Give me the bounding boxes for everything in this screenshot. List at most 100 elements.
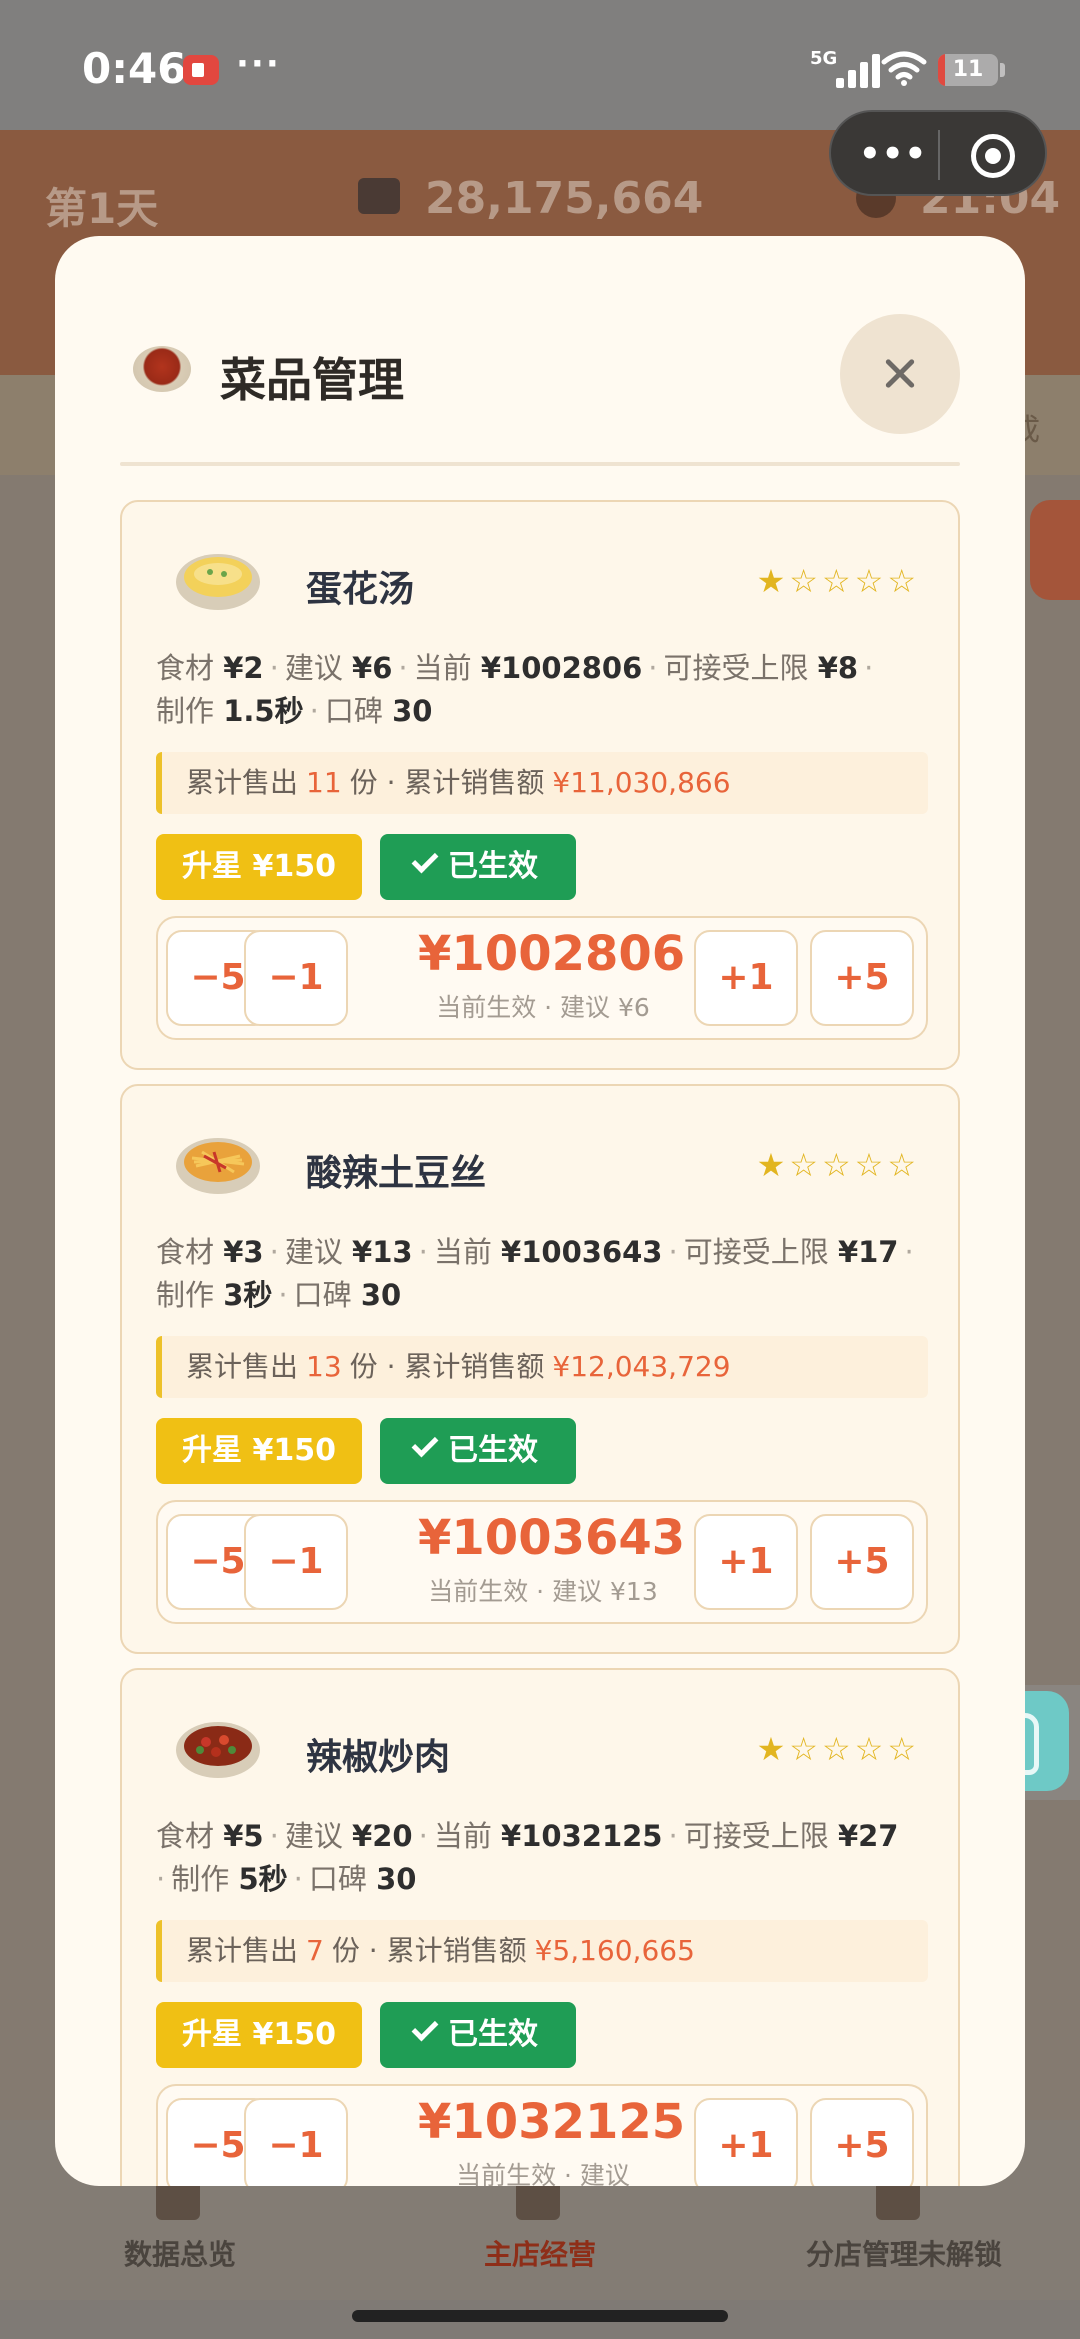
suggest-value: ¥13 [352, 1235, 413, 1269]
upgrade-star-button[interactable]: 升星 ¥150 [156, 2002, 362, 2068]
tab-main-store[interactable]: 主店经营 [484, 2233, 596, 2273]
current-label: 当前 [433, 1235, 492, 1269]
cash-register-icon [358, 178, 400, 214]
revenue-label: 累计销售额 [386, 1934, 527, 1967]
plus-5-button[interactable]: +5 [810, 930, 914, 1026]
active-label: 已生效 [448, 849, 538, 884]
background-side-button [1030, 500, 1080, 600]
minus-1-button[interactable]: −1 [244, 1514, 348, 1610]
plus-1-button[interactable]: +1 [694, 930, 798, 1026]
dish-name: 酸辣土豆丝 [306, 1153, 487, 1194]
reputation-label: 口碑 [293, 1278, 352, 1312]
active-label: 已生效 [448, 2017, 538, 2052]
price-subtitle: 当前生效 · 建议 [456, 2161, 630, 2186]
upgrade-star-button[interactable]: 升星 ¥150 [156, 1418, 362, 1484]
star-empty-icon: ☆☆☆☆ [789, 1730, 920, 1768]
capsule-close-icon[interactable] [971, 134, 1015, 178]
cost-label: 食材 [156, 1235, 215, 1269]
upgrade-star-button[interactable]: 升星 ¥150 [156, 834, 362, 900]
suggest-label: 建议 [284, 1819, 343, 1853]
suggest-label: 建议 [284, 1235, 343, 1269]
dish-name: 蛋花汤 [306, 569, 415, 610]
check-icon [411, 846, 439, 874]
reputation-label: 口碑 [324, 694, 383, 728]
dish-management-modal: 菜品管理 蛋花汤 ★☆☆☆☆ 食材 ¥2 · 建议 ¥6 · 当前 ¥1002806 · 可… [55, 236, 1025, 2186]
screen-record-icon [183, 55, 219, 85]
capsule-more-icon[interactable]: ••• [859, 134, 927, 174]
check-icon [411, 1430, 439, 1458]
limit-label: 可接受上限 [663, 651, 809, 685]
dish-name: 辣椒炒肉 [306, 1737, 451, 1778]
battery-tip [1000, 63, 1005, 77]
minus-1-button[interactable]: −1 [244, 2098, 348, 2186]
suggest-value: ¥6 [352, 651, 393, 685]
network-label: 5G [810, 48, 838, 69]
tab-overview-icon [156, 2180, 200, 2220]
limit-value: ¥8 [817, 651, 859, 685]
sales-summary: 累计售出 13 份 · 累计销售额 ¥12,043,729 [156, 1336, 928, 1398]
cost-value: ¥5 [223, 1819, 264, 1853]
plus-1-button[interactable]: +1 [694, 1514, 798, 1610]
limit-value: ¥17 [837, 1235, 899, 1269]
battery-icon: 11 [938, 54, 998, 86]
sold-unit: 份 [331, 1934, 360, 1967]
status-more-icon: ··· [236, 44, 281, 84]
star-rating: ★☆☆☆☆ [757, 1730, 920, 1768]
shredded-potato-icon [176, 1138, 260, 1194]
limit-label: 可接受上限 [683, 1819, 829, 1853]
current-label: 当前 [433, 1819, 492, 1853]
cost-value: ¥3 [223, 1235, 264, 1269]
tab-overview[interactable]: 数据总览 [124, 2233, 236, 2273]
current-value: ¥1002806 [480, 651, 643, 685]
dish-card: 蛋花汤 ★☆☆☆☆ 食材 ¥2 · 建议 ¥6 · 当前 ¥1002806 · 可接受上限 … [120, 500, 960, 1070]
modal-header: 菜品管理 [55, 236, 1025, 466]
modal-divider [120, 462, 960, 466]
active-status-button[interactable]: 已生效 [380, 2002, 576, 2068]
current-value: ¥1032125 [501, 1819, 663, 1853]
sales-summary: 累计售出 7 份 · 累计销售额 ¥5,160,665 [156, 1920, 928, 1982]
sold-count: 7 [306, 1934, 324, 1967]
star-empty-icon: ☆☆☆☆ [789, 562, 920, 600]
background-day: 第1天 [45, 184, 159, 233]
reputation-label: 口碑 [308, 1862, 367, 1896]
price-value: ¥1032125 [418, 2094, 686, 2150]
capsule-divider [938, 130, 940, 180]
miniprogram-capsule: ••• [829, 110, 1047, 196]
price-adjuster: −5 −1 ¥1032125 当前生效 · 建议 +1 +5 [156, 2084, 928, 2186]
cost-label: 食材 [156, 651, 215, 685]
minus-1-button[interactable]: −1 [244, 930, 348, 1026]
plus-5-button[interactable]: +5 [810, 1514, 914, 1610]
revenue-label: 累计销售额 [404, 766, 545, 799]
current-value: ¥1003643 [501, 1235, 663, 1269]
sold-count: 11 [306, 766, 342, 799]
active-status-button[interactable]: 已生效 [380, 1418, 576, 1484]
tab-branch[interactable]: 分店管理未解锁 [806, 2233, 1002, 2273]
star-empty-icon: ☆☆☆☆ [789, 1146, 920, 1184]
prep-label: 制作 [156, 1278, 215, 1312]
sold-label: 累计售出 [186, 766, 299, 799]
status-time: 0:46 [82, 44, 187, 93]
star-filled-icon: ★ [756, 1730, 790, 1768]
limit-label: 可接受上限 [683, 1235, 829, 1269]
prep-label: 制作 [171, 1862, 230, 1896]
reputation-value: 30 [376, 1862, 417, 1896]
sales-summary: 累计售出 11 份 · 累计销售额 ¥11,030,866 [156, 752, 928, 814]
dish-info: 食材 ¥2 · 建议 ¥6 · 当前 ¥1002806 · 可接受上限 ¥8 · 制作 1.5… [156, 651, 874, 728]
sold-unit: 份 [349, 766, 378, 799]
tab-branch-icon [876, 2180, 920, 2220]
chili-pork-icon [176, 1722, 260, 1778]
price-value: ¥1002806 [418, 926, 686, 982]
tab-main-store-icon [516, 2180, 560, 2220]
plus-5-button[interactable]: +5 [810, 2098, 914, 2186]
plus-1-button[interactable]: +1 [694, 2098, 798, 2186]
prep-value: 3秒 [223, 1278, 273, 1312]
check-icon [411, 2014, 439, 2042]
price-subtitle: 当前生效 · 建议 ¥13 [428, 1577, 658, 1606]
active-status-button[interactable]: 已生效 [380, 834, 576, 900]
close-button[interactable] [840, 314, 960, 434]
star-rating: ★☆☆☆☆ [757, 562, 920, 600]
suggest-label: 建议 [284, 651, 343, 685]
home-indicator [352, 2310, 728, 2322]
dish-info: 食材 ¥5 · 建议 ¥20 · 当前 ¥1032125 · 可接受上限 ¥27 · 制作 5… [156, 1819, 899, 1896]
current-label: 当前 [413, 651, 472, 685]
